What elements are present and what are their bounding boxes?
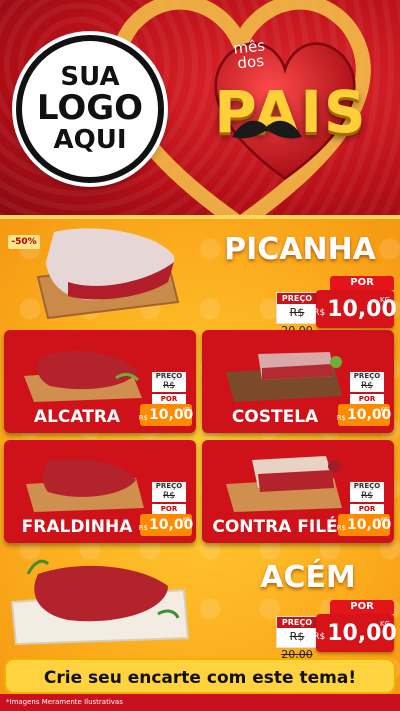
currency: R$	[336, 413, 347, 422]
acem-name: ACÉM	[260, 560, 356, 595]
alcatra-name: ALCATRA	[33, 407, 121, 427]
preco-label: PREÇO	[152, 372, 186, 380]
por-label: POR	[330, 600, 394, 614]
logo-line-3: AQUI	[53, 124, 127, 155]
preco-label: PREÇO	[152, 482, 186, 490]
new-price-box: R$ 10,00 KG	[336, 404, 391, 426]
product-card-alcatra[interactable]: ALCATRA PREÇO R$ 20,00 POR R$ 10,00 KG	[4, 330, 196, 433]
new-price-box: R$ 10,00 KG	[138, 404, 193, 426]
old-price-box: PREÇO R$ 20,00	[350, 372, 384, 403]
contra-file-name: CONTRA FILÉ	[212, 517, 338, 537]
unit: KG	[380, 407, 388, 413]
currency: R$	[138, 413, 149, 422]
costela-price-tag: PREÇO R$ 20,00 POR R$ 10,00 KG	[336, 372, 391, 428]
preco-label: PREÇO	[350, 482, 384, 490]
currency: R$	[138, 523, 149, 532]
mustache-icon	[232, 120, 302, 139]
old-price-box: PREÇO R$ 20,00	[276, 616, 318, 661]
unit: KG	[379, 620, 390, 628]
unit: KG	[379, 296, 390, 304]
old-price-box: PREÇO R$ 20,00	[276, 292, 318, 337]
old-price-box: PREÇO R$ 20,00	[350, 482, 384, 513]
fraldinha-price-tag: PREÇO R$ 20,00 POR R$ 10,00 KG	[138, 482, 193, 538]
acem-price-tag: POR PREÇO R$ 20,00 R$ 10,00 KG	[276, 600, 397, 661]
fraldinha-name: FRALDINHA	[21, 517, 133, 537]
logo-line-2: LOGO	[36, 88, 144, 129]
picanha-image	[36, 228, 180, 320]
acem-image	[10, 559, 190, 646]
logo-placeholder[interactable]: SUA LOGO AQUI	[16, 35, 164, 183]
por-label: POR	[152, 504, 186, 514]
header-banner: SUA LOGO AQUI mês dos PAIS	[0, 0, 400, 215]
new-price-box: R$ 10,00 KG	[138, 514, 193, 536]
picanha-name: PICANHA	[224, 232, 376, 267]
contra-file-image	[226, 456, 342, 512]
old-price-box: PREÇO R$ 20,00	[152, 482, 186, 513]
picanha-price-tag: POR PREÇO R$ 20,00 R$ 10,00 KG	[276, 276, 397, 337]
alcatra-price-tag: PREÇO R$ 20,00 POR R$ 10,00 KG	[138, 372, 193, 428]
logo-line-1: SUA	[60, 61, 120, 92]
product-card-costela[interactable]: COSTELA PREÇO R$ 20,00 POR R$ 10,00 KG	[202, 330, 394, 433]
unit: KG	[182, 407, 190, 413]
contra-file-price-tag: PREÇO R$ 20,00 POR R$ 10,00 KG	[336, 482, 391, 538]
old-price-box: PREÇO R$ 20,00	[152, 372, 186, 403]
costela-image	[226, 352, 342, 402]
por-label: POR	[330, 276, 394, 290]
new-price-box: R$ 10,00 KG	[336, 514, 391, 536]
currency: R$	[336, 523, 347, 532]
preco-label: PREÇO	[350, 372, 384, 380]
new-price-box: R$ 10,00 KG	[313, 614, 397, 652]
por-label: POR	[350, 394, 384, 404]
alcatra-image	[24, 350, 142, 402]
fraldinha-image	[26, 458, 144, 512]
discount-badge: -50%	[8, 235, 40, 249]
costela-name: COSTELA	[231, 407, 319, 427]
new-price-box: R$ 10,00 KG	[313, 290, 397, 328]
unit: KG	[182, 517, 190, 523]
product-card-fraldinha[interactable]: FRALDINHA PREÇO R$ 20,00 POR R$ 10,00 KG	[4, 440, 196, 543]
currency: R$	[313, 632, 326, 642]
currency: R$	[313, 308, 326, 318]
preco-label: PREÇO	[277, 617, 317, 628]
por-label: POR	[350, 504, 384, 514]
disclaimer: *Imagens Meramente Ilustrativas	[6, 698, 123, 706]
por-label: POR	[152, 394, 186, 404]
preco-label: PREÇO	[277, 293, 317, 304]
cta-banner[interactable]: Crie seu encarte com este tema!	[4, 658, 396, 694]
product-card-contra-file[interactable]: CONTRA FILÉ PREÇO R$ 20,00 POR R$ 10,00 …	[202, 440, 394, 543]
unit: KG	[380, 517, 388, 523]
